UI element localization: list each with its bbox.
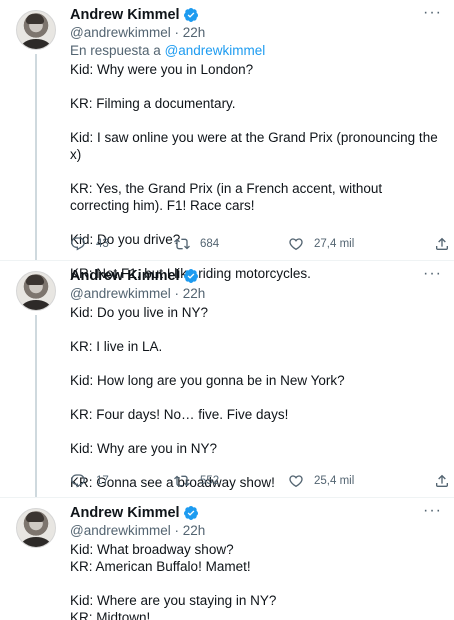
tweet-content: Andrew Kimmel ··· @andrewkimmel · 22h Ki… [60,266,442,497]
tweet-line: Kid: How long are you gonna be in New Yo… [70,373,345,388]
tweet-line-gap [70,214,442,231]
tweet-content: Andrew Kimmel ··· @andrewkimmel · 22h Ki… [60,503,442,620]
retweet-count: 684 [200,238,220,250]
avatar-column [12,504,60,620]
share-button[interactable] [434,236,450,252]
share-button[interactable] [434,473,450,489]
tweet-line: KR: Midtown! [70,610,151,620]
tweet-thread: Andrew Kimmel ··· @andrewkimmel · 22h En… [0,0,454,620]
like-button[interactable]: 27,4 mil [288,236,418,252]
more-options-icon[interactable]: ··· [423,266,442,282]
author-name[interactable]: Andrew Kimmel [70,7,180,23]
avatar[interactable] [16,271,56,311]
more-options-icon[interactable]: ··· [423,503,442,519]
reply-prefix: En respuesta a [70,43,161,58]
reply-count: 43 [96,238,109,250]
avatar-column [12,6,60,260]
tweet-line: Kid: Why were you in London? [70,62,254,77]
thread-line [35,54,37,260]
tweet-line: KR: Four days! No… five. Five days! [70,407,289,422]
tweet-content: Andrew Kimmel ··· @andrewkimmel · 22h En… [60,5,442,282]
tweet-line: KR: I live in LA. [70,339,163,354]
tweet-line-gap [70,112,442,129]
tweet-line-gap [70,321,442,338]
tweet-line: KR: Filming a documentary. [70,96,236,111]
author-name[interactable]: Andrew Kimmel [70,505,180,521]
tweet-line-gap [70,355,442,372]
avatar[interactable] [16,508,56,548]
tweet-line: Kid: I saw online you were at the Grand … [70,130,438,162]
tweet-line-gap [70,423,442,440]
tweet-line-gap [70,78,442,95]
reply-button[interactable]: 17 [70,473,174,489]
thread-line [35,315,37,497]
author-name[interactable]: Andrew Kimmel [70,268,180,284]
tweet-line: KR: Yes, the Grand Prix (in a French acc… [70,181,383,213]
retweet-button[interactable]: 552 [174,473,288,489]
author-handle[interactable]: @andrewkimmel [70,286,171,301]
avatar[interactable] [16,10,56,50]
retweet-icon [174,238,190,250]
retweet-count: 552 [200,475,220,487]
reply-count: 17 [96,475,109,487]
like-icon [289,238,303,251]
share-icon [436,237,448,250]
tweet-time[interactable]: · 22h [175,523,206,538]
author-meta: @andrewkimmel · 22h [70,285,442,303]
tweet[interactable]: Andrew Kimmel ··· @andrewkimmel · 22h En… [0,0,454,282]
verified-badge-icon [183,268,199,284]
author-meta: @andrewkimmel · 22h [70,522,442,540]
tweet-text: Kid: Do you live in NY? KR: I live in LA… [70,304,442,491]
share-icon [436,474,448,487]
tweet-line-gap [70,163,442,180]
author-handle[interactable]: @andrewkimmel [70,25,171,40]
like-icon [289,475,303,488]
reply-icon [71,474,85,488]
tweet-line: Kid: Why are you in NY? [70,441,218,456]
tweet-text: Kid: What broadway show? KR: American Bu… [70,541,442,620]
retweet-button[interactable]: 684 [174,236,288,252]
reply-context: En respuesta a @andrewkimmel [70,42,442,60]
verified-badge-icon [183,505,199,521]
author-row: Andrew Kimmel [70,504,442,522]
tweet-line: KR: American Buffalo! Mamet! [70,559,251,574]
author-row: Andrew Kimmel [70,267,442,285]
author-meta: @andrewkimmel · 22h [70,24,442,42]
reply-mention-link[interactable]: @andrewkimmel [165,43,266,58]
tweet-line-gap [70,389,442,406]
author-row: Andrew Kimmel [70,6,442,24]
tweet-time[interactable]: · 22h [175,25,206,40]
author-handle[interactable]: @andrewkimmel [70,523,171,538]
retweet-icon [174,475,190,487]
tweet[interactable]: Andrew Kimmel ··· @andrewkimmel · 22h Ki… [0,498,454,620]
tweet[interactable]: Andrew Kimmel ··· @andrewkimmel · 22h Ki… [0,261,454,498]
like-button[interactable]: 25,4 mil [288,473,418,489]
tweet-actions: 43 684 27,4 mil [70,236,454,252]
reply-button[interactable]: 43 [70,236,174,252]
reply-icon [71,237,85,251]
more-options-icon[interactable]: ··· [423,5,442,21]
tweet-line: Kid: What broadway show? [70,542,234,557]
tweet-line: Kid: Where are you staying in NY? [70,593,277,608]
tweet-time[interactable]: · 22h [175,286,206,301]
tweet-line-gap [70,457,442,474]
tweet-actions: 17 552 25,4 mil [70,473,454,489]
like-count: 25,4 mil [314,475,355,487]
tweet-line-gap [70,575,442,592]
avatar-column [12,267,60,497]
like-count: 27,4 mil [314,238,355,250]
verified-badge-icon [183,7,199,23]
tweet-line: Kid: Do you live in NY? [70,305,209,320]
